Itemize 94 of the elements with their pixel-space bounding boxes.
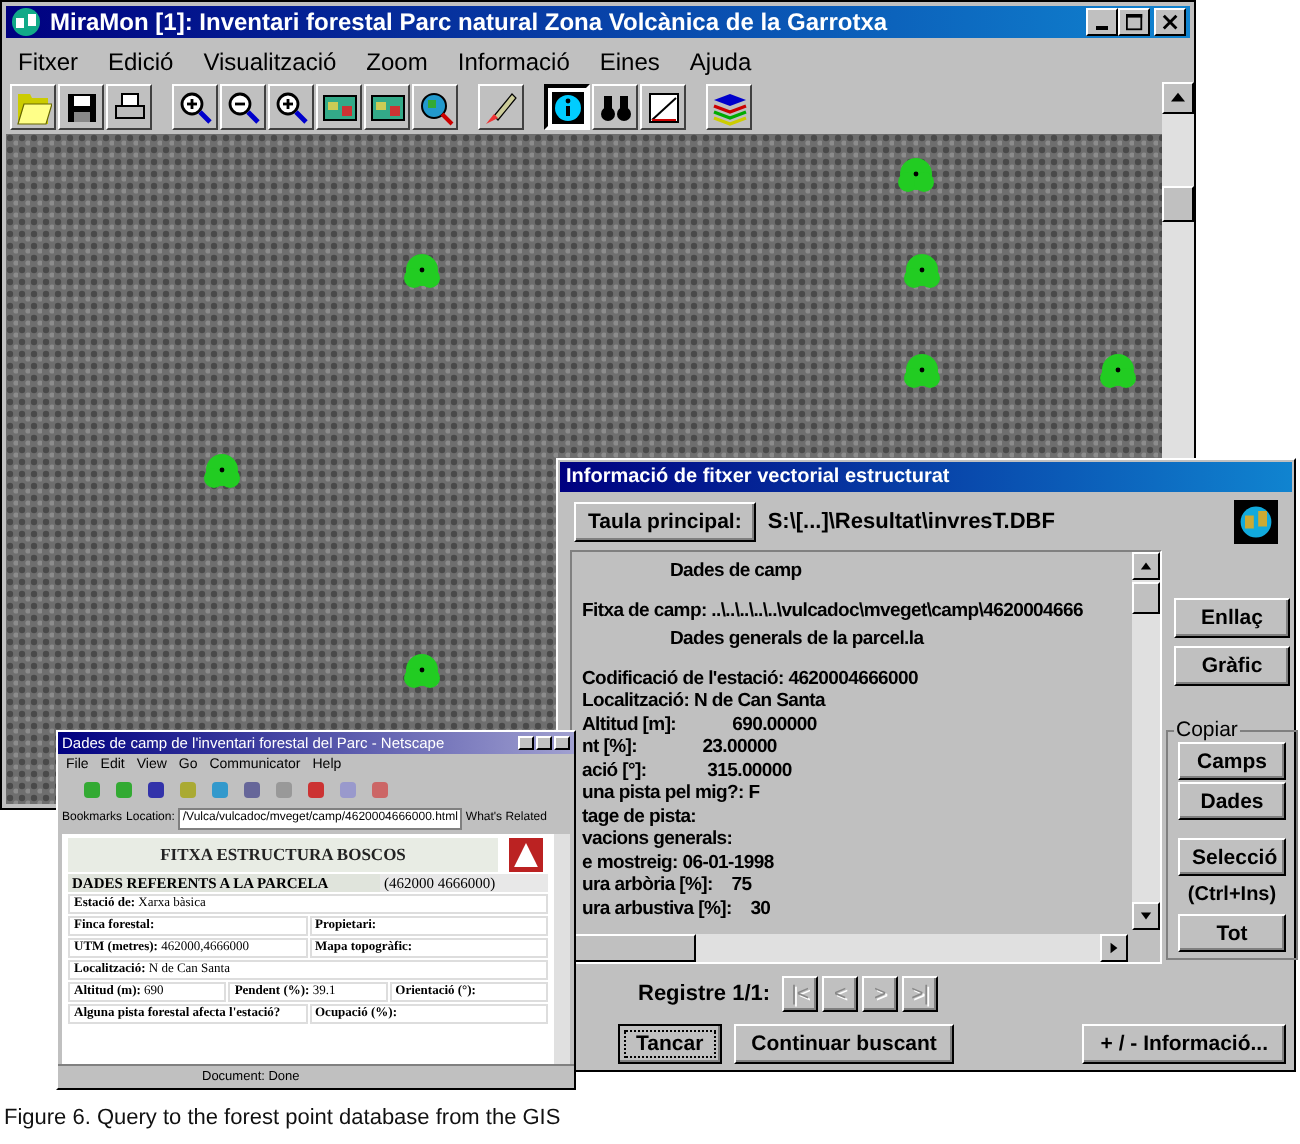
scroll-bar[interactable] <box>1132 552 1160 930</box>
page-heading: FITXA ESTRUCTURA BOSCOS <box>68 838 498 872</box>
window-title: MiraMon [1]: Inventari forestal Parc natural Zona Volcànica de la Garrotxa <box>50 8 890 37</box>
menu-item[interactable]: Edició <box>108 47 174 76</box>
measure-tool-button[interactable] <box>640 84 686 130</box>
maximize-button[interactable] <box>536 736 552 750</box>
menu-item[interactable]: Zoom <box>366 47 428 76</box>
copy-button[interactable]: Camps <box>1178 742 1286 780</box>
info-line: e mostreig: 06-01-1998 <box>582 851 776 874</box>
menu-item[interactable]: Visualització <box>203 47 337 76</box>
scroll-bar[interactable] <box>554 834 570 1064</box>
tree-point-icon[interactable] <box>404 654 440 688</box>
map-icon <box>369 89 405 125</box>
map-tool-button[interactable] <box>364 84 410 130</box>
menu-item[interactable]: Ajuda <box>689 47 752 76</box>
logo-icon <box>1234 500 1278 544</box>
maximize-button[interactable] <box>1118 8 1150 37</box>
zoom-out-tool-button[interactable] <box>220 84 266 130</box>
brush-tool-button[interactable] <box>478 84 524 130</box>
close-icon <box>1161 13 1179 32</box>
scroll-bar[interactable] <box>572 934 1128 962</box>
globe-icon <box>417 89 453 125</box>
maximize-icon <box>1125 13 1143 32</box>
open-icon <box>15 89 51 125</box>
dialog-button[interactable]: Tancar <box>618 1024 722 1064</box>
zoom-in-icon <box>177 89 213 125</box>
map-tool-button[interactable] <box>316 84 362 130</box>
layers-icon <box>711 89 747 125</box>
scroll-down-icon[interactable] <box>1132 902 1160 930</box>
zoom-window-icon <box>273 89 309 125</box>
selection-button[interactable]: Selecció <box>1178 838 1286 876</box>
menu-item[interactable]: Informació <box>457 47 570 76</box>
info-line: Dades generals de la parcel.la <box>668 628 927 651</box>
scroll-thumb[interactable] <box>1132 582 1160 614</box>
map-icon <box>321 89 357 125</box>
scroll-right-icon[interactable] <box>1100 934 1128 962</box>
copy-button[interactable]: Dades <box>1178 782 1286 820</box>
file-path: S:\[...]\Resultat\invresT.DBF <box>767 510 1057 534</box>
info-line: Altitud [m]: 690.00000 <box>582 713 819 736</box>
binoculars-tool-button[interactable] <box>592 84 638 130</box>
tree-point-icon[interactable] <box>204 454 240 488</box>
close-button[interactable] <box>554 736 570 750</box>
info-tool-button[interactable] <box>544 84 590 130</box>
info-line: una pista pel mig?: F <box>582 782 762 805</box>
tree-point-icon[interactable] <box>904 354 940 388</box>
tree-point-icon[interactable] <box>404 254 440 288</box>
menu-item[interactable]: Eines <box>599 47 660 76</box>
info-line: ura arbòria [%]: 75 <box>582 874 754 897</box>
menu-item[interactable]: Fitxer <box>18 47 78 76</box>
measure-icon <box>645 89 681 125</box>
info-line: Fitxa de camp: ..\..\..\..\..\vulcadoc\mveget\camp\4620004666 <box>582 599 1085 622</box>
tree-point-icon[interactable] <box>904 254 940 288</box>
figure-caption: Figure 6. Query to the forest point database from the GIS <box>4 1106 561 1130</box>
scroll-up-icon[interactable] <box>1162 82 1194 114</box>
side-button[interactable]: Gràfic <box>1174 646 1290 686</box>
info-line: ura arbustiva [%]: 30 <box>582 897 773 920</box>
save-tool-button[interactable] <box>58 84 104 130</box>
open-tool-button[interactable] <box>10 84 56 130</box>
minimize-button[interactable] <box>518 736 534 750</box>
tree-point-icon[interactable] <box>1100 354 1136 388</box>
info-icon <box>549 89 585 125</box>
zoom-in-tool-button[interactable] <box>172 84 218 130</box>
group-label: Copiar <box>1174 718 1240 742</box>
globe-tool-button[interactable] <box>412 84 458 130</box>
zoom-out-icon <box>225 89 261 125</box>
logo-icon <box>10 6 42 39</box>
dialog-button[interactable]: + / - Informació... <box>1082 1024 1286 1064</box>
table-button[interactable]: Taula principal: <box>574 502 756 542</box>
zoom-window-tool-button[interactable] <box>268 84 314 130</box>
dialog-title: Informació de fitxer vectorial estructurat <box>560 462 1292 492</box>
info-line: ació [°]: 315.00000 <box>582 759 794 782</box>
layers-tool-button[interactable] <box>706 84 752 130</box>
scroll-up-icon[interactable] <box>1132 552 1160 580</box>
info-line: tage de pista: <box>582 805 699 828</box>
info-line: Dades de camp <box>668 560 804 583</box>
print-tool-button[interactable] <box>106 84 152 130</box>
save-icon <box>63 89 99 125</box>
dialog-button[interactable]: Continuar buscant <box>733 1024 955 1064</box>
shortcut-label: (Ctrl+Ins) <box>1187 884 1277 906</box>
tree-point-icon[interactable] <box>898 158 934 192</box>
scroll-thumb[interactable] <box>572 934 696 962</box>
info-line: vacions generals: <box>582 828 735 851</box>
brush-icon <box>483 89 519 125</box>
minimize-button[interactable] <box>1086 8 1118 37</box>
scroll-thumb[interactable] <box>1162 186 1194 222</box>
all-button[interactable]: Tot <box>1178 914 1286 952</box>
record-label: Registre 1/1: <box>638 982 771 1006</box>
minimize-icon <box>1096 26 1108 31</box>
info-line: nt [%]: 23.00000 <box>582 736 779 759</box>
side-button[interactable]: Enllaç <box>1174 598 1290 638</box>
info-line: Localització: N de Can Santa <box>582 690 828 713</box>
print-icon <box>111 89 147 125</box>
info-line: Codificació de l'estació: 4620004666000 <box>582 667 920 690</box>
close-button[interactable] <box>1154 8 1186 37</box>
